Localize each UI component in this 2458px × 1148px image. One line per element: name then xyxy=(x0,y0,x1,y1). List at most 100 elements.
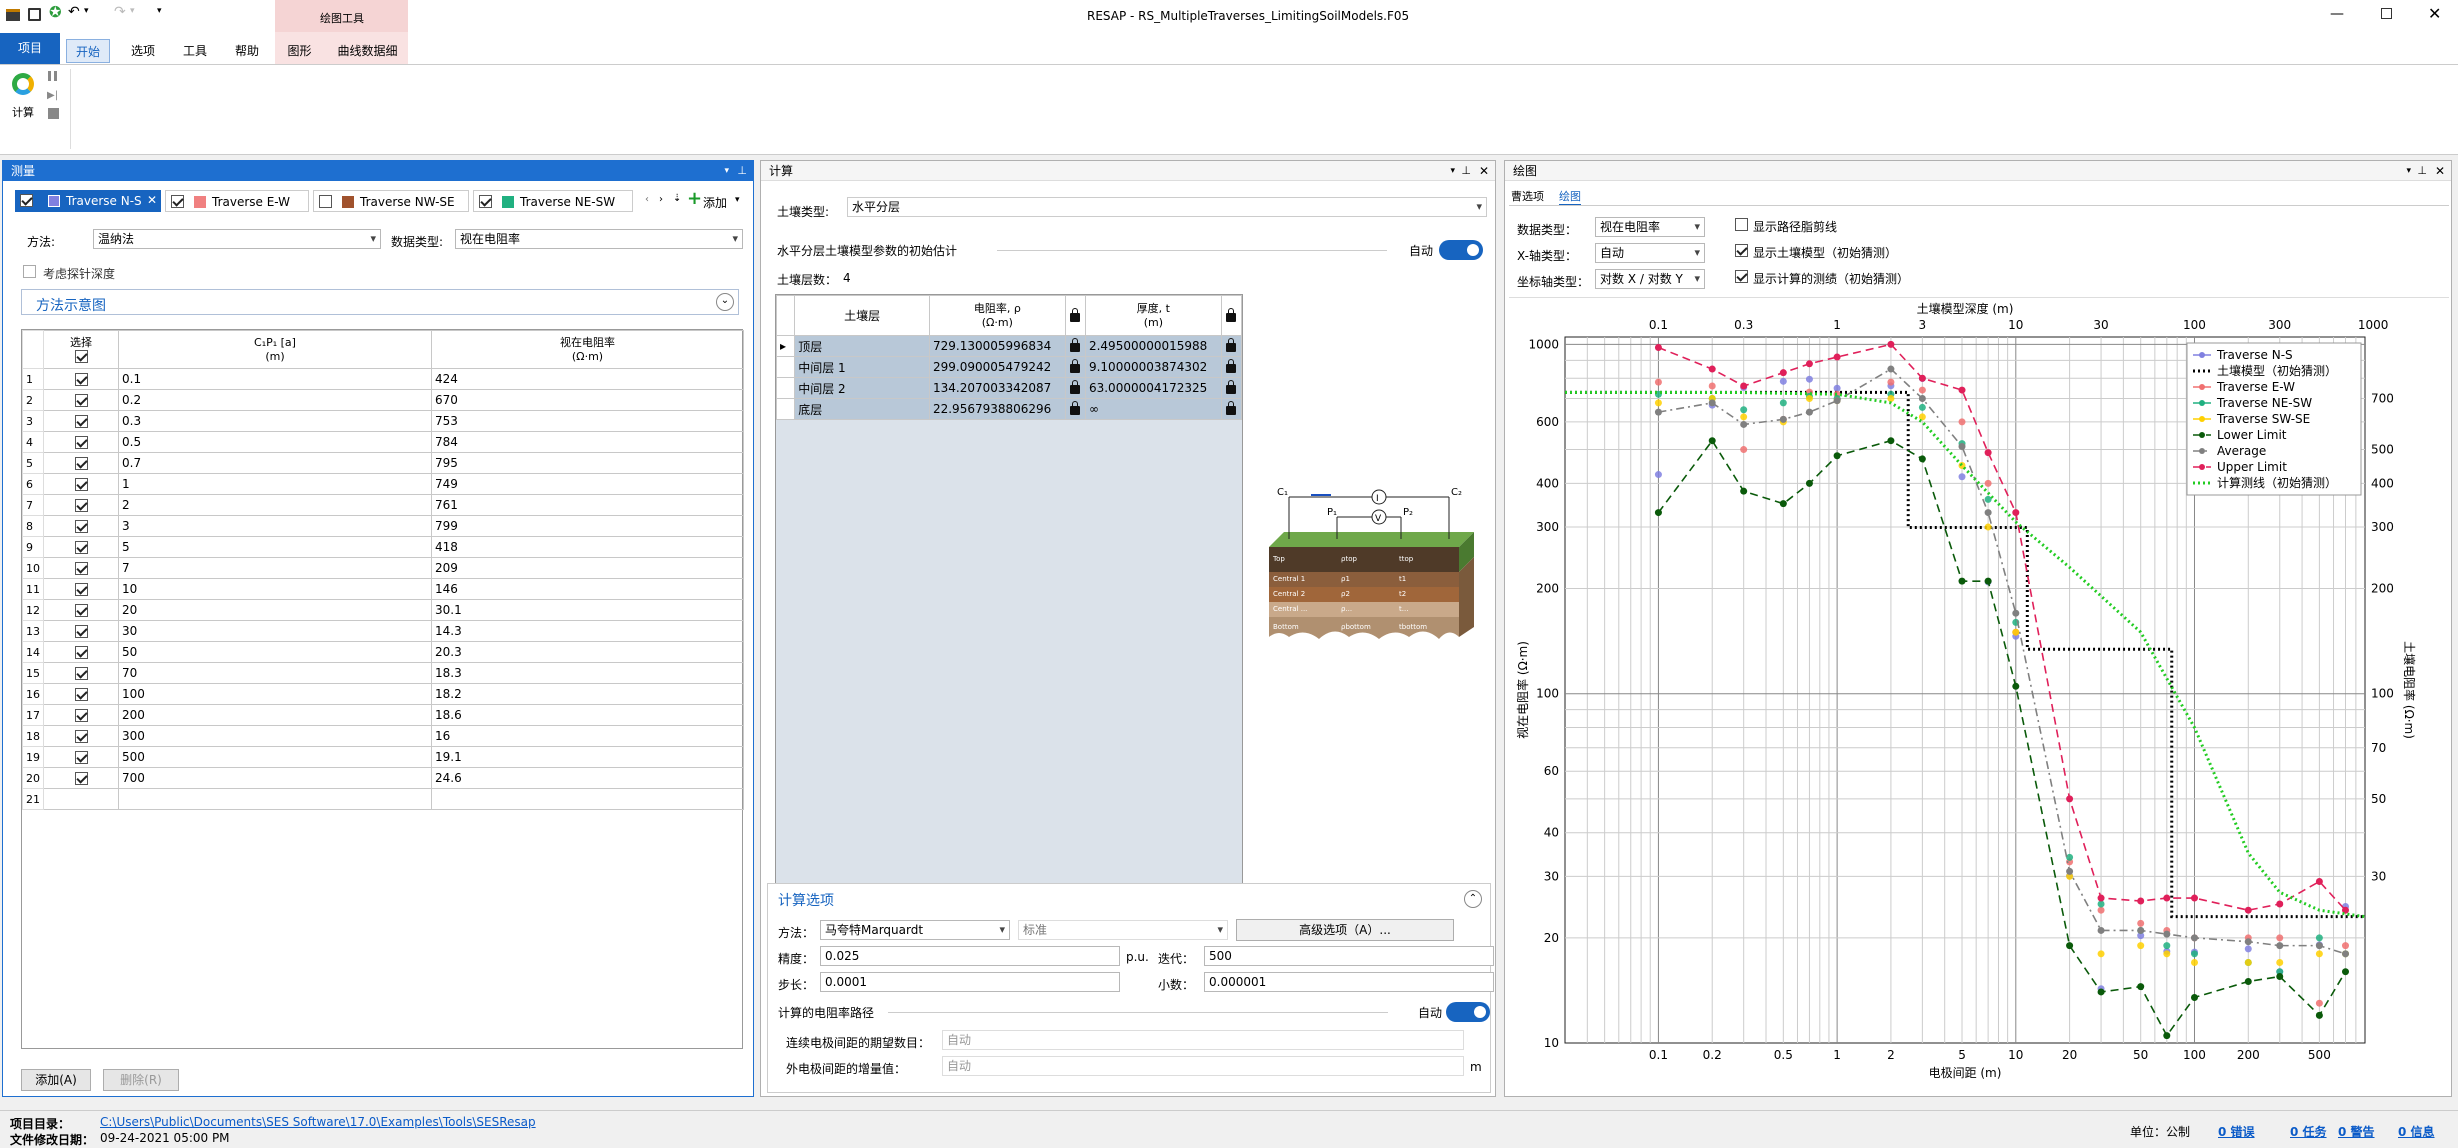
select-all-checkbox[interactable] xyxy=(74,350,88,363)
data-type-select[interactable]: 视在电阻率 xyxy=(455,229,743,249)
show-path-checkbox[interactable] xyxy=(1735,218,1748,231)
thickness-lock-cell[interactable] xyxy=(1220,356,1243,378)
layer-rho-cell[interactable]: 134.207003342087 xyxy=(928,377,1066,399)
row-select-checkbox[interactable] xyxy=(74,457,88,470)
undo-icon[interactable]: ↶ xyxy=(68,4,80,20)
method-select[interactable]: 温纳法 xyxy=(93,229,381,249)
layer-thickness-cell[interactable]: ∞ xyxy=(1084,398,1222,420)
precision-input[interactable]: 0.025 xyxy=(820,946,1120,966)
row-select-cell[interactable] xyxy=(43,662,119,684)
thickness-lock-cell[interactable] xyxy=(1220,377,1243,399)
resistivity-cell[interactable]: 209 xyxy=(431,557,744,579)
layer-thickness-cell[interactable]: 2.49500000015988 xyxy=(1084,335,1222,357)
project-dir-link[interactable]: C:\Users\Public\Documents\SES Software\1… xyxy=(100,1115,536,1129)
row-select-cell[interactable] xyxy=(43,578,119,600)
tab-options[interactable]: 选项 xyxy=(118,39,168,63)
row-select-checkbox[interactable] xyxy=(74,415,88,428)
traverse-tab-nwse[interactable]: Traverse NW-SE xyxy=(313,190,469,212)
resistivity-cell[interactable]: 761 xyxy=(431,494,744,516)
resistivity-cell[interactable]: 795 xyxy=(431,452,744,474)
spacing-cell[interactable]: 1 xyxy=(118,473,432,495)
tab-help[interactable]: 帮助 xyxy=(222,39,272,63)
table-row[interactable]: 6 1 749 xyxy=(22,473,744,495)
calc-pin-icon[interactable]: ⊥ xyxy=(1461,161,1471,181)
tab-plot-options[interactable]: 曹选项 xyxy=(1511,188,1544,204)
stop-icon[interactable] xyxy=(48,108,59,119)
row-select-cell[interactable] xyxy=(43,704,119,726)
spacing-cell[interactable]: 10 xyxy=(118,578,432,600)
pause-icon[interactable] xyxy=(48,71,51,81)
table-row[interactable]: 19 500 19.1 xyxy=(22,746,744,768)
row-select-cell[interactable] xyxy=(43,746,119,768)
warnings-link[interactable]: 0 警告 xyxy=(2338,1123,2375,1140)
redo-icon[interactable]: ↷ xyxy=(114,4,126,20)
tab-tools[interactable]: 工具 xyxy=(170,39,220,63)
table-row[interactable]: 8 3 799 xyxy=(22,515,744,537)
row-select-checkbox[interactable] xyxy=(74,394,88,407)
add-traverse-label[interactable]: 添加 xyxy=(703,194,727,211)
spacing-cell[interactable]: 500 xyxy=(118,746,432,768)
row-select-cell[interactable] xyxy=(43,683,119,705)
tab-project[interactable]: 项目 xyxy=(0,33,60,64)
row-select-checkbox[interactable] xyxy=(74,730,88,743)
row-select-checkbox[interactable] xyxy=(74,583,88,596)
electrode-count-input[interactable]: 自动 xyxy=(942,1030,1464,1050)
tab-scroll-right-icon[interactable]: › xyxy=(659,194,663,205)
save-icon[interactable] xyxy=(28,8,41,21)
customize-toolbar-icon[interactable]: ▾ xyxy=(157,6,162,16)
row-select-checkbox[interactable] xyxy=(74,751,88,764)
spacing-cell[interactable]: 20 xyxy=(118,599,432,621)
row-select-checkbox[interactable] xyxy=(74,562,88,575)
resistivity-cell[interactable]: 20.3 xyxy=(431,641,744,663)
resistivity-cell[interactable]: 30.1 xyxy=(431,599,744,621)
advanced-options-button[interactable]: 高级选项（A）... xyxy=(1236,919,1454,941)
traverse-nesw-checkbox[interactable] xyxy=(479,195,492,208)
layer-row[interactable]: 中间层 1 299.090005479242 9.10000003874302 xyxy=(775,356,1243,378)
plot-data-type-select[interactable]: 视在电阻率 xyxy=(1595,217,1705,237)
plot-panel-menu-icon[interactable]: ▾ xyxy=(2406,161,2411,181)
row-select-cell[interactable] xyxy=(43,641,119,663)
calculate-label[interactable]: 计算 xyxy=(12,104,34,120)
table-row[interactable]: 7 2 761 xyxy=(22,494,744,516)
resistivity-cell[interactable]: 14.3 xyxy=(431,620,744,642)
spacing-cell[interactable]: 700 xyxy=(118,767,432,789)
row-select-cell[interactable] xyxy=(43,515,119,537)
row-select-cell[interactable] xyxy=(43,410,119,432)
thickness-lock-cell[interactable] xyxy=(1220,335,1243,357)
delete-row-button[interactable]: 删除(R) xyxy=(103,1069,179,1091)
resistivity-cell[interactable]: 18.6 xyxy=(431,704,744,726)
thickness-lock-header[interactable] xyxy=(1220,295,1243,336)
tab-home[interactable]: 开始 xyxy=(66,39,110,63)
layer-rho-cell[interactable]: 729.130005996834 xyxy=(928,335,1066,357)
panel-menu-icon[interactable]: ▾ xyxy=(724,161,729,181)
expand-chevron-icon[interactable]: ⌄ xyxy=(716,293,734,311)
tab-curve-data[interactable]: 曲线数据细 xyxy=(330,39,405,63)
iterations-input[interactable]: 500 xyxy=(1204,946,1494,966)
spacing-cell[interactable]: 50 xyxy=(118,641,432,663)
table-row[interactable]: 16 100 18.2 xyxy=(22,683,744,705)
spacing-cell[interactable]: 200 xyxy=(118,704,432,726)
layer-thickness-cell[interactable]: 63.0000004172325 xyxy=(1084,377,1222,399)
spacing-cell[interactable]: 0.2 xyxy=(118,389,432,411)
layer-row[interactable]: 底层 22.9567938806296 ∞ xyxy=(775,398,1243,420)
table-row[interactable]: 11 10 146 xyxy=(22,578,744,600)
table-row[interactable]: 2 0.2 670 xyxy=(22,389,744,411)
resistivity-cell[interactable]: 18.2 xyxy=(431,683,744,705)
tasks-link[interactable]: 0 任务 xyxy=(2290,1123,2327,1140)
row-select-checkbox[interactable] xyxy=(74,478,88,491)
probe-depth-checkbox[interactable] xyxy=(23,265,36,278)
traverse-nwse-checkbox[interactable] xyxy=(319,195,332,208)
rho-lock-header[interactable] xyxy=(1064,295,1086,336)
spacing-cell[interactable]: 2 xyxy=(118,494,432,516)
soil-type-select[interactable]: 水平分层 xyxy=(847,197,1487,217)
coord-type-select[interactable]: 对数 X / 对数 Y xyxy=(1595,269,1705,289)
rho-lock-cell[interactable] xyxy=(1064,335,1086,357)
spacing-cell[interactable]: 7 xyxy=(118,557,432,579)
close-tab-icon[interactable]: ✕ xyxy=(147,193,157,207)
info-link[interactable]: 0 信息 xyxy=(2398,1123,2435,1140)
spacing-cell[interactable]: 0.3 xyxy=(118,410,432,432)
table-row[interactable]: 3 0.3 753 xyxy=(22,410,744,432)
errors-link[interactable]: 0 错误 xyxy=(2218,1123,2255,1140)
traverse-ew-checkbox[interactable] xyxy=(171,195,184,208)
table-row[interactable]: 18 300 16 xyxy=(22,725,744,747)
